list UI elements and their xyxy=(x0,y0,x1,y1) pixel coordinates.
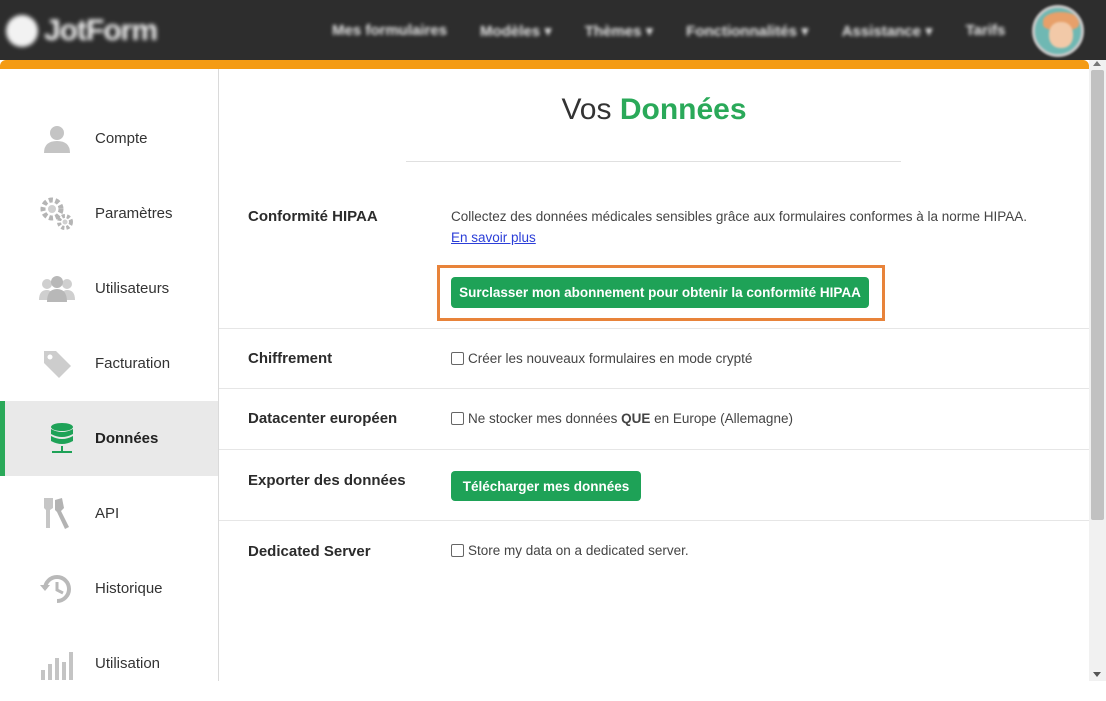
encryption-label: Chiffrement xyxy=(248,350,333,367)
learn-more-link[interactable]: En savoir plus xyxy=(451,230,536,245)
nav-templates[interactable]: Modèles ▾ xyxy=(480,22,552,40)
page-title-accent: Données xyxy=(619,93,747,126)
eu-datacenter-checkbox[interactable] xyxy=(451,412,464,425)
sidebar-item-label: Utilisation xyxy=(95,655,161,672)
avatar-face xyxy=(1049,22,1073,48)
sidebar-item-label: API xyxy=(95,505,120,522)
encryption-checkbox-label: Créer les nouveaux formulaires en mode c… xyxy=(468,351,753,366)
data-settings-panel: Vos Données Conformité HIPAA Collectez d… xyxy=(219,69,1089,681)
sidebar-item-facturation[interactable]: Facturation xyxy=(0,326,218,401)
accent-bar xyxy=(0,60,1089,69)
download-data-button[interactable]: Télécharger mes données xyxy=(451,471,641,501)
dedicated-server-checkbox-label: Store my data on a dedicated server. xyxy=(468,543,689,558)
nav-features[interactable]: Fonctionnalités ▾ xyxy=(686,22,809,40)
sidebar-item-label: Historique xyxy=(95,580,163,597)
sidebar-item-label: Données xyxy=(95,430,159,447)
eu-option-text-pre: Ne stocker mes données xyxy=(468,411,618,426)
top-navbar: JotForm Mes formulaires Modèles ▾ Thèmes… xyxy=(0,0,1106,60)
export-row: Exporter des données Télécharger mes don… xyxy=(219,450,1089,521)
dedicated-server-label: Dedicated Server xyxy=(248,543,371,560)
sidebar-item-donnees[interactable]: Données xyxy=(0,401,218,476)
nav-my-forms[interactable]: Mes formulaires xyxy=(332,22,447,40)
dedicated-server-option[interactable]: Store my data on a dedicated server. xyxy=(451,543,689,558)
encryption-checkbox[interactable] xyxy=(451,352,464,365)
database-icon xyxy=(43,420,81,458)
upgrade-hipaa-button[interactable]: Surclasser mon abonnement pour obtenir l… xyxy=(451,277,869,308)
nav-pricing[interactable]: Tarifs xyxy=(966,22,1006,40)
settings-sidebar: Compte Paramètres Utilisateurs Facturati… xyxy=(0,69,219,681)
eu-option-text-bold: QUE xyxy=(621,411,651,426)
eu-datacenter-label: Datacenter européen xyxy=(248,410,398,427)
sidebar-item-compte[interactable]: Compte xyxy=(0,101,218,176)
nav-support[interactable]: Assistance ▾ xyxy=(842,22,933,40)
users-icon xyxy=(38,270,76,308)
tag-icon xyxy=(38,345,76,383)
eu-datacenter-option[interactable]: Ne stocker mes données QUE en Europe (Al… xyxy=(451,411,793,426)
sidebar-item-label: Utilisateurs xyxy=(95,280,170,297)
scroll-thumb[interactable] xyxy=(1091,70,1104,520)
sidebar-item-utilisation[interactable]: Utilisation xyxy=(0,626,218,701)
keys-icon xyxy=(38,495,76,533)
encryption-row: Chiffrement Créer les nouveaux formulair… xyxy=(219,329,1089,389)
scroll-down-icon[interactable] xyxy=(1093,672,1101,677)
main-nav: Mes formulaires Modèles ▾ Thèmes ▾ Fonct… xyxy=(332,22,1038,40)
eu-option-text-post: en Europe (Allemagne) xyxy=(654,411,793,426)
sidebar-item-historique[interactable]: Historique xyxy=(0,551,218,626)
hipaa-label: Conformité HIPAA xyxy=(248,208,378,225)
title-divider xyxy=(406,161,901,162)
encryption-option[interactable]: Créer les nouveaux formulaires en mode c… xyxy=(451,351,752,366)
user-icon xyxy=(38,120,76,158)
export-label: Exporter des données xyxy=(248,472,406,489)
scroll-up-icon[interactable] xyxy=(1093,61,1101,66)
history-icon xyxy=(38,570,76,608)
bar-chart-icon xyxy=(38,645,76,683)
page-title: Vos Données xyxy=(219,93,1089,127)
hipaa-description: Collectez des données médicales sensible… xyxy=(451,209,1028,224)
nav-themes[interactable]: Thèmes ▾ xyxy=(585,22,653,40)
sidebar-item-api[interactable]: API xyxy=(0,476,218,551)
page-scrollbar[interactable] xyxy=(1089,60,1106,681)
dedicated-server-checkbox[interactable] xyxy=(451,544,464,557)
sidebar-item-parametres[interactable]: Paramètres xyxy=(0,176,218,251)
sidebar-item-label: Paramètres xyxy=(95,205,173,222)
user-avatar[interactable] xyxy=(1032,5,1084,57)
logo-text: JotForm xyxy=(44,14,158,47)
dedicated-server-row: Dedicated Server Store my data on a dedi… xyxy=(219,521,1089,581)
eu-datacenter-row: Datacenter européen Ne stocker mes donné… xyxy=(219,389,1089,450)
logo-mark-icon xyxy=(6,15,38,47)
page-title-plain: Vos xyxy=(561,93,612,126)
hipaa-row: Conformité HIPAA Collectez des données m… xyxy=(219,189,1089,329)
sidebar-item-label: Compte xyxy=(95,130,148,147)
jotform-logo[interactable]: JotForm xyxy=(6,12,158,50)
gears-icon xyxy=(38,195,76,233)
sidebar-item-utilisateurs[interactable]: Utilisateurs xyxy=(0,251,218,326)
sidebar-item-label: Facturation xyxy=(95,355,171,372)
